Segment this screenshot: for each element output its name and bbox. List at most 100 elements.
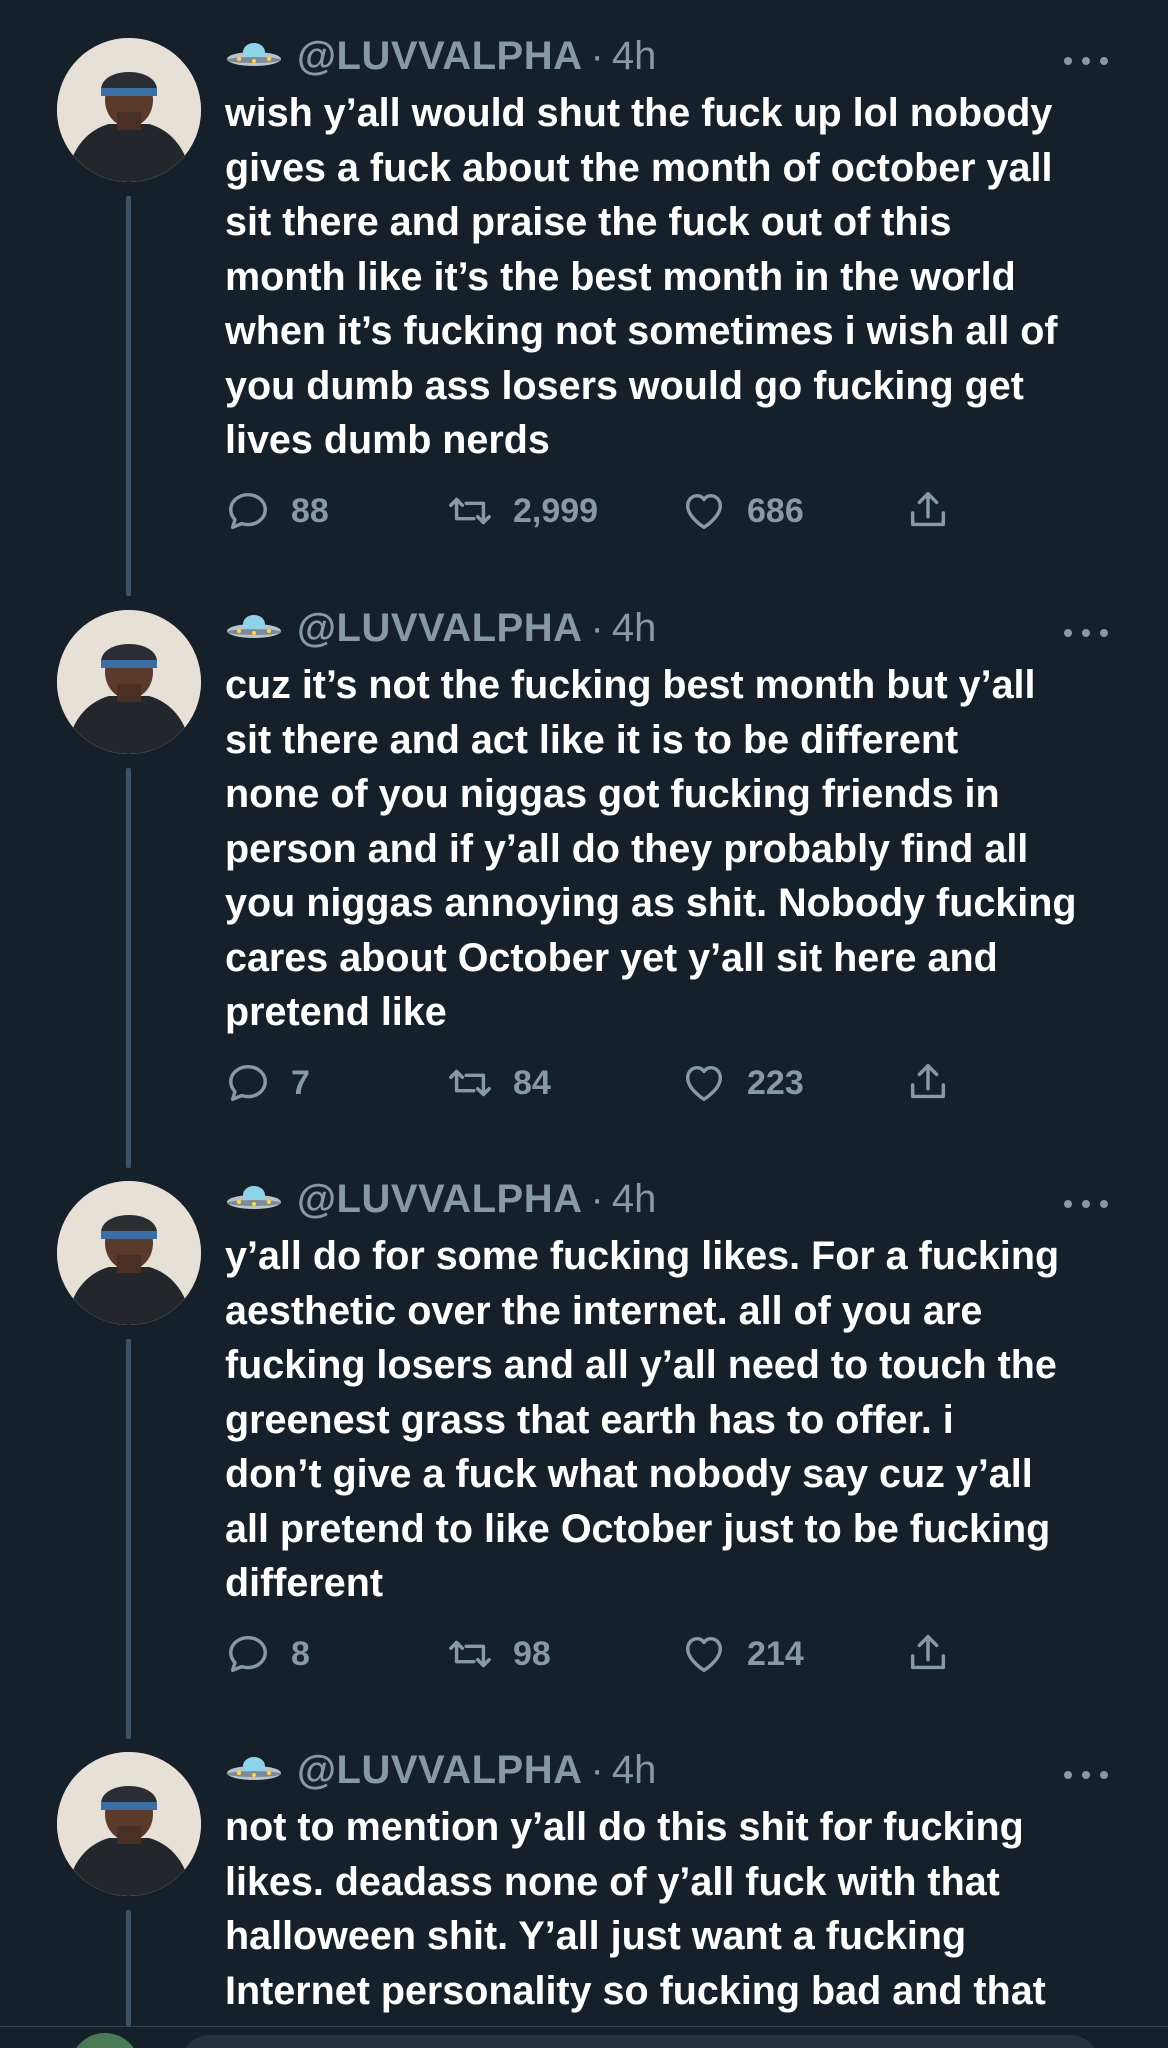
like-count: 223 [747, 1063, 804, 1102]
tweet-time[interactable]: 4h [612, 1177, 657, 1222]
share-button[interactable] [905, 1056, 951, 1110]
like-button[interactable]: 214 [681, 1627, 804, 1681]
more-icon[interactable] [1064, 1197, 1108, 1211]
tweet-text-line: greenest grass that earth has to offer. … [225, 1397, 954, 1442]
tweet-time[interactable]: 4h [612, 34, 657, 79]
avatar[interactable] [70, 2033, 140, 2048]
tweet-text: y’all do for some fucking likes. For a f… [225, 1229, 1125, 1611]
retweet-icon [449, 1640, 491, 1668]
tweet-text-line: aesthetic over the internet. all of you … [225, 1288, 983, 1333]
tweet-text-line: gives a fuck about the month of october … [225, 145, 1053, 190]
tweet-actions: 88 2,999 686 [225, 484, 985, 538]
tweet-text-line: halloween shit. Y’all just want a fuckin… [225, 1914, 967, 1958]
share-button[interactable] [905, 1627, 951, 1681]
separator-dot: · [590, 1747, 604, 1792]
reply-count: 8 [291, 1634, 310, 1673]
share-icon [910, 492, 946, 527]
ufo-icon [227, 1186, 281, 1209]
user-handle[interactable]: @LUVVALPHA [297, 1748, 583, 1793]
tweet-text-line: not to mention y’all do this shit for fu… [225, 1805, 1024, 1849]
tweet-text-line: pretend like [225, 990, 447, 1034]
tweet[interactable]: @LUVVALPHA · 4h cuz it’s not the fucking… [0, 572, 1168, 1168]
avatar[interactable] [57, 610, 201, 754]
like-button[interactable]: 686 [681, 484, 804, 538]
avatar[interactable] [57, 1752, 201, 1896]
reply-icon [229, 1064, 267, 1102]
tweet-header: @LUVVALPHA · 4h [225, 1744, 656, 1796]
tweet-text: wish y’all would shut the fuck up lol no… [225, 86, 1125, 468]
ufo-icon [227, 615, 281, 638]
tweet-text-line: likes. deadass none of y’all fuck with t… [225, 1859, 1000, 1904]
reply-button[interactable]: 88 [225, 484, 329, 538]
tweet-text-line: don’t give a fuck what nobody say cuz y’… [225, 1452, 1033, 1496]
tweet-time[interactable]: 4h [612, 1748, 657, 1793]
avatar[interactable] [57, 38, 201, 182]
separator-dot: · [590, 605, 604, 650]
tweet-text-line: different [225, 1561, 383, 1605]
tweet-text-line: all pretend to like October just to be f… [225, 1506, 1051, 1551]
heart-icon [685, 1636, 723, 1673]
tweet-text-line: cares about October yet y’all sit here a… [225, 935, 998, 980]
tweet-text-line: sit there and praise the fuck out of thi… [225, 200, 952, 244]
reply-bar [0, 2026, 1168, 2048]
tweet-text-line: y’all do for some fucking likes. For a f… [225, 1234, 1060, 1278]
reply-icon [229, 492, 267, 530]
retweet-count: 2,999 [513, 491, 599, 530]
user-handle[interactable]: @LUVVALPHA [297, 34, 583, 79]
retweet-button[interactable]: 2,999 [447, 484, 598, 538]
share-button[interactable] [905, 484, 951, 538]
tweet-text-line: month like it’s the best month in the wo… [225, 254, 1016, 299]
tweet-text-line: fucking losers and all y’all need to tou… [225, 1343, 1057, 1387]
reply-input[interactable] [180, 2035, 1100, 2048]
thread-line [126, 196, 131, 596]
tweet-header: @LUVVALPHA · 4h [225, 1173, 656, 1225]
retweet-button[interactable]: 84 [447, 1056, 551, 1110]
retweet-count: 84 [513, 1063, 551, 1102]
user-handle[interactable]: @LUVVALPHA [297, 606, 583, 651]
ufo-icon [227, 1757, 281, 1780]
heart-icon [685, 1065, 723, 1102]
tweet-text-line: you niggas annoying as shit. Nobody fuck… [225, 881, 1077, 925]
tweet[interactable]: @LUVVALPHA · 4h wish y’all would shut th… [0, 0, 1168, 596]
share-icon [910, 1064, 946, 1099]
retweet-count: 98 [513, 1634, 551, 1673]
tweet-time[interactable]: 4h [612, 606, 657, 651]
tweet-header: @LUVVALPHA · 4h [225, 30, 656, 82]
separator-dot: · [590, 1176, 604, 1221]
heart-icon [685, 493, 723, 530]
avatar[interactable] [57, 1181, 201, 1325]
tweet-text-line: lives dumb nerds [225, 418, 550, 462]
more-icon[interactable] [1064, 1768, 1108, 1782]
tweet-text-line: cuz it’s not the fucking best month but … [225, 663, 1036, 707]
like-button[interactable]: 223 [681, 1056, 804, 1110]
like-count: 686 [747, 491, 804, 530]
tweet-text-line: sit there and act like it is to be diffe… [225, 717, 959, 762]
tweet[interactable]: @LUVVALPHA · 4h y’all do for some fuckin… [0, 1143, 1168, 1739]
reply-button[interactable]: 7 [225, 1056, 310, 1110]
tweet[interactable]: @LUVVALPHA · 4h not to mention y’all do … [0, 1714, 1168, 2026]
tweet-text-line: you dumb ass losers would go fucking get [225, 363, 1024, 408]
retweet-icon [449, 497, 491, 525]
reply-button[interactable]: 8 [225, 1627, 310, 1681]
tweet-text-line: Internet personality so fucking bad and … [225, 1968, 1046, 2013]
tweet-text-line: person and if y’all do they probably fin… [225, 826, 1029, 871]
more-icon[interactable] [1064, 54, 1108, 68]
tweet-actions: 7 84 223 [225, 1056, 985, 1110]
separator-dot: · [590, 33, 604, 78]
tweet-actions: 8 98 214 [225, 1627, 985, 1681]
tweet-text: cuz it’s not the fucking best month but … [225, 658, 1125, 1040]
share-icon [910, 1635, 946, 1670]
reply-icon [229, 1635, 267, 1673]
reply-count: 7 [291, 1063, 310, 1102]
thread-line [126, 768, 131, 1168]
more-icon[interactable] [1064, 626, 1108, 640]
tweet-header: @LUVVALPHA · 4h [225, 602, 656, 654]
reply-count: 88 [291, 491, 329, 530]
tweet-text: not to mention y’all do this shit for fu… [225, 1800, 1125, 2018]
tweet-text-line: when it’s fucking not sometimes i wish a… [225, 309, 1058, 353]
user-handle[interactable]: @LUVVALPHA [297, 1177, 583, 1222]
tweet-text-line: wish y’all would shut the fuck up lol no… [225, 91, 1053, 135]
like-count: 214 [747, 1634, 804, 1673]
thread-line [126, 1339, 131, 1739]
retweet-button[interactable]: 98 [447, 1627, 551, 1681]
